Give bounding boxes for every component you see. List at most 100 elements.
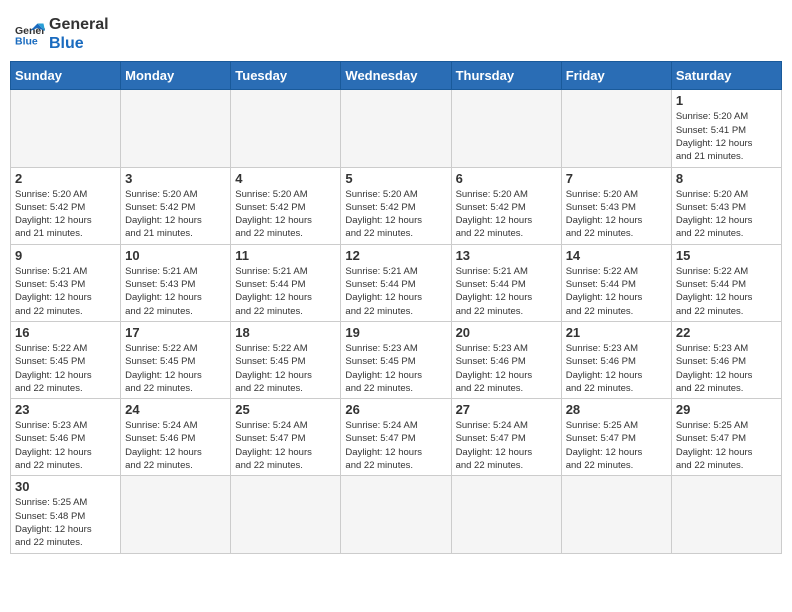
- day-number: 25: [235, 402, 336, 417]
- day-number: 20: [456, 325, 557, 340]
- calendar-cell: 10 Sunrise: 5:21 AMSunset: 5:43 PMDayligh…: [121, 244, 231, 321]
- day-info: Sunrise: 5:23 AMSunset: 5:45 PMDaylight:…: [345, 342, 446, 395]
- day-info: Sunrise: 5:24 AMSunset: 5:47 PMDaylight:…: [456, 419, 557, 472]
- day-number: 12: [345, 248, 446, 263]
- calendar-cell: [341, 476, 451, 553]
- day-info: Sunrise: 5:22 AMSunset: 5:45 PMDaylight:…: [235, 342, 336, 395]
- logo: General Blue General Blue: [15, 15, 109, 53]
- day-number: 26: [345, 402, 446, 417]
- day-info: Sunrise: 5:20 AMSunset: 5:42 PMDaylight:…: [125, 188, 226, 241]
- day-info: Sunrise: 5:24 AMSunset: 5:47 PMDaylight:…: [235, 419, 336, 472]
- calendar-cell: [671, 476, 781, 553]
- day-info: Sunrise: 5:25 AMSunset: 5:47 PMDaylight:…: [566, 419, 667, 472]
- calendar-cell: 12 Sunrise: 5:21 AMSunset: 5:44 PMDayligh…: [341, 244, 451, 321]
- calendar-cell: 2Sunrise: 5:20 AMSunset: 5:42 PMDaylight…: [11, 167, 121, 244]
- day-header-sunday: Sunday: [11, 62, 121, 90]
- calendar-cell: 9 Sunrise: 5:21 AMSunset: 5:43 PMDaylight…: [11, 244, 121, 321]
- calendar-cell: [561, 476, 671, 553]
- calendar-cell: [11, 90, 121, 167]
- calendar-cell: 13 Sunrise: 5:21 AMSunset: 5:44 PMDayligh…: [451, 244, 561, 321]
- calendar-cell: 15 Sunrise: 5:22 AMSunset: 5:44 PMDayligh…: [671, 244, 781, 321]
- day-number: 10: [125, 248, 226, 263]
- day-number: 9: [15, 248, 116, 263]
- logo-general: General: [49, 16, 109, 33]
- calendar-cell: 14 Sunrise: 5:22 AMSunset: 5:44 PMDayligh…: [561, 244, 671, 321]
- calendar-header: SundayMondayTuesdayWednesdayThursdayFrid…: [11, 62, 782, 90]
- day-info: Sunrise: 5:22 AMSunset: 5:45 PMDaylight:…: [15, 342, 116, 395]
- day-info: Sunrise: 5:22 AMSunset: 5:44 PMDaylight:…: [566, 265, 667, 318]
- day-number: 28: [566, 402, 667, 417]
- calendar-cell: 7 Sunrise: 5:20 AMSunset: 5:43 PMDaylight…: [561, 167, 671, 244]
- day-info: Sunrise: 5:21 AMSunset: 5:44 PMDaylight:…: [456, 265, 557, 318]
- day-info: Sunrise: 5:23 AMSunset: 5:46 PMDaylight:…: [15, 419, 116, 472]
- calendar-cell: 28 Sunrise: 5:25 AMSunset: 5:47 PMDayligh…: [561, 399, 671, 476]
- day-number: 8: [676, 171, 777, 186]
- calendar-cell: 30 Sunrise: 5:25 AMSunset: 5:48 PMDayligh…: [11, 476, 121, 553]
- day-info: Sunrise: 5:25 AMSunset: 5:47 PMDaylight:…: [676, 419, 777, 472]
- calendar-cell: 18 Sunrise: 5:22 AMSunset: 5:45 PMDayligh…: [231, 321, 341, 398]
- day-info: Sunrise: 5:22 AMSunset: 5:45 PMDaylight:…: [125, 342, 226, 395]
- calendar-cell: 17Sunrise: 5:22 AMSunset: 5:45 PMDayligh…: [121, 321, 231, 398]
- day-header-monday: Monday: [121, 62, 231, 90]
- day-number: 21: [566, 325, 667, 340]
- calendar-cell: 8Sunrise: 5:20 AMSunset: 5:43 PMDaylight…: [671, 167, 781, 244]
- day-info: Sunrise: 5:20 AMSunset: 5:42 PMDaylight:…: [235, 188, 336, 241]
- day-info: Sunrise: 5:20 AMSunset: 5:41 PMDaylight:…: [676, 110, 777, 163]
- day-info: Sunrise: 5:23 AMSunset: 5:46 PMDaylight:…: [676, 342, 777, 395]
- calendar-cell: 4 Sunrise: 5:20 AMSunset: 5:42 PMDaylight…: [231, 167, 341, 244]
- calendar-cell: 24Sunrise: 5:24 AMSunset: 5:46 PMDayligh…: [121, 399, 231, 476]
- day-info: Sunrise: 5:20 AMSunset: 5:43 PMDaylight:…: [566, 188, 667, 241]
- calendar-week-row: 23Sunrise: 5:23 AMSunset: 5:46 PMDayligh…: [11, 399, 782, 476]
- calendar-week-row: 1 Sunrise: 5:20 AMSunset: 5:41 PMDaylight…: [11, 90, 782, 167]
- day-number: 4: [235, 171, 336, 186]
- calendar-cell: 3Sunrise: 5:20 AMSunset: 5:42 PMDaylight…: [121, 167, 231, 244]
- calendar-cell: 6 Sunrise: 5:20 AMSunset: 5:42 PMDaylight…: [451, 167, 561, 244]
- day-info: Sunrise: 5:21 AMSunset: 5:43 PMDaylight:…: [15, 265, 116, 318]
- calendar-cell: 19 Sunrise: 5:23 AMSunset: 5:45 PMDayligh…: [341, 321, 451, 398]
- day-header-friday: Friday: [561, 62, 671, 90]
- calendar-cell: 25 Sunrise: 5:24 AMSunset: 5:47 PMDayligh…: [231, 399, 341, 476]
- day-number: 14: [566, 248, 667, 263]
- calendar-week-row: 9 Sunrise: 5:21 AMSunset: 5:43 PMDaylight…: [11, 244, 782, 321]
- day-info: Sunrise: 5:21 AMSunset: 5:44 PMDaylight:…: [345, 265, 446, 318]
- day-number: 6: [456, 171, 557, 186]
- calendar-cell: [341, 90, 451, 167]
- day-info: Sunrise: 5:21 AMSunset: 5:44 PMDaylight:…: [235, 265, 336, 318]
- calendar-week-row: 30 Sunrise: 5:25 AMSunset: 5:48 PMDayligh…: [11, 476, 782, 553]
- day-info: Sunrise: 5:20 AMSunset: 5:42 PMDaylight:…: [456, 188, 557, 241]
- day-number: 15: [676, 248, 777, 263]
- calendar-cell: 11 Sunrise: 5:21 AMSunset: 5:44 PMDayligh…: [231, 244, 341, 321]
- day-info: Sunrise: 5:24 AMSunset: 5:47 PMDaylight:…: [345, 419, 446, 472]
- day-number: 11: [235, 248, 336, 263]
- day-number: 13: [456, 248, 557, 263]
- logo-blue: Blue: [49, 34, 109, 53]
- day-header-saturday: Saturday: [671, 62, 781, 90]
- calendar-week-row: 2 Sunrise: 5:20 AMSunset: 5:42 PMDaylight…: [11, 167, 782, 244]
- day-number: 1: [676, 93, 777, 108]
- day-number: 16: [15, 325, 116, 340]
- day-info: Sunrise: 5:22 AMSunset: 5:44 PMDaylight:…: [676, 265, 777, 318]
- calendar-week-row: 16 Sunrise: 5:22 AMSunset: 5:45 PMDayligh…: [11, 321, 782, 398]
- day-number: 7: [566, 171, 667, 186]
- day-number: 19: [345, 325, 446, 340]
- calendar-cell: 27 Sunrise: 5:24 AMSunset: 5:47 PMDayligh…: [451, 399, 561, 476]
- calendar-cell: [451, 90, 561, 167]
- calendar-body: 1 Sunrise: 5:20 AMSunset: 5:41 PMDaylight…: [11, 90, 782, 553]
- calendar-cell: 20 Sunrise: 5:23 AMSunset: 5:46 PMDayligh…: [451, 321, 561, 398]
- day-header-thursday: Thursday: [451, 62, 561, 90]
- day-number: 27: [456, 402, 557, 417]
- calendar-cell: [451, 476, 561, 553]
- calendar-table: SundayMondayTuesdayWednesdayThursdayFrid…: [10, 61, 782, 553]
- day-number: 30: [15, 479, 116, 494]
- days-of-week-row: SundayMondayTuesdayWednesdayThursdayFrid…: [11, 62, 782, 90]
- day-header-tuesday: Tuesday: [231, 62, 341, 90]
- logo-icon: General Blue: [15, 22, 45, 46]
- day-info: Sunrise: 5:23 AMSunset: 5:46 PMDaylight:…: [566, 342, 667, 395]
- day-info: Sunrise: 5:24 AMSunset: 5:46 PMDaylight:…: [125, 419, 226, 472]
- page-header: General Blue General Blue: [10, 10, 782, 53]
- day-number: 2: [15, 171, 116, 186]
- day-number: 18: [235, 325, 336, 340]
- day-info: Sunrise: 5:23 AMSunset: 5:46 PMDaylight:…: [456, 342, 557, 395]
- day-info: Sunrise: 5:21 AMSunset: 5:43 PMDaylight:…: [125, 265, 226, 318]
- day-info: Sunrise: 5:25 AMSunset: 5:48 PMDaylight:…: [15, 496, 116, 549]
